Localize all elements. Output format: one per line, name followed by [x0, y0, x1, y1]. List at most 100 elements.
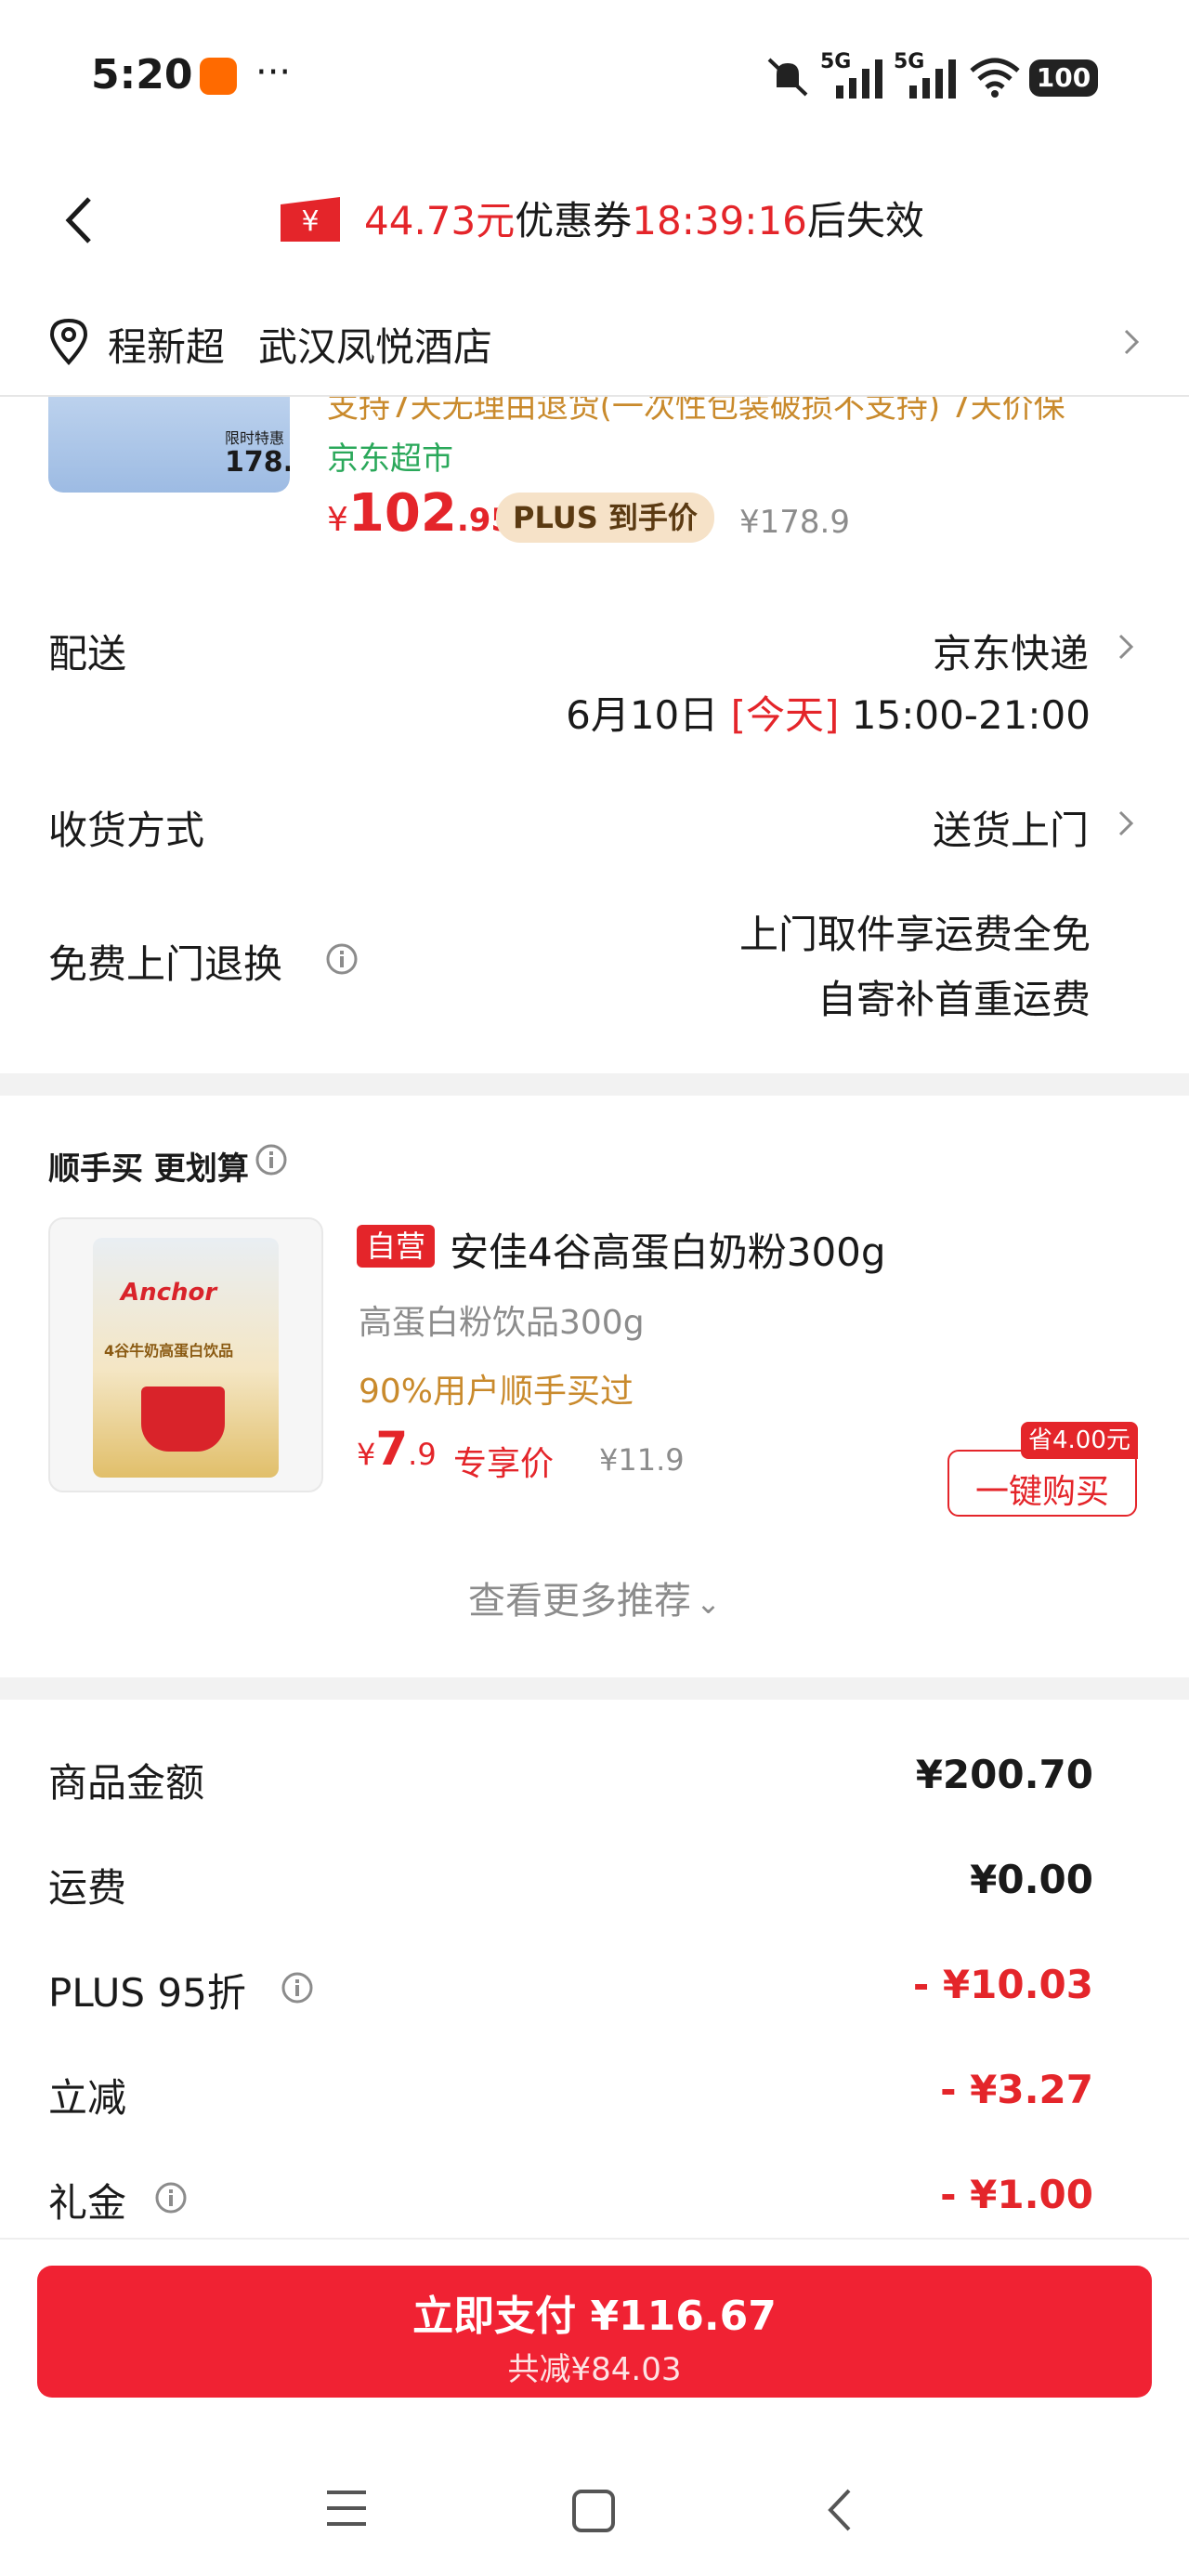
taobao-notification-icon: [200, 58, 237, 95]
chevron-right-icon: [1118, 634, 1134, 660]
summary-row-gift-money: 礼金 - ¥1.00: [0, 2172, 1189, 2228]
system-navigation-bar: [0, 2416, 1189, 2576]
see-more-label: 查看更多推荐: [468, 1580, 692, 1623]
store-name: 京东超市: [327, 440, 453, 478]
coupon-icon: ¥: [281, 197, 340, 242]
gift-money-value: - ¥1.00: [940, 2172, 1093, 2217]
addon-price: ¥7.9: [357, 1422, 437, 1476]
package-title: 4谷牛奶高蛋白饮品: [104, 1342, 234, 1360]
free-return-line2: 自寄补首重运费: [817, 977, 1091, 1022]
back-arrow-icon[interactable]: [63, 195, 95, 245]
coupon-countdown: 44.73元优惠券18:39:16后失效: [364, 190, 924, 246]
milk-powder-package: Anchor 4谷牛奶高蛋白饮品: [93, 1238, 279, 1478]
bottom-pay-bar: 立即支付 ¥116.67 共减¥84.03: [0, 2238, 1189, 2411]
addon-section: 顺手买 更划算 Anchor 4谷牛奶高蛋白饮品 自营 安佳4谷高蛋白奶粉300…: [0, 1097, 1189, 1673]
status-time: 5:20: [91, 51, 193, 99]
recipient-name: 程新超: [108, 324, 226, 370]
gift-money-label: 礼金: [48, 2180, 127, 2226]
pay-total-saved: 共减¥84.03: [507, 2351, 682, 2388]
home-icon[interactable]: [571, 2489, 616, 2533]
addon-price-label: 专享价: [453, 1445, 555, 1483]
receive-method-row[interactable]: 收货方式 送货上门: [0, 790, 1189, 864]
package-brand: Anchor: [121, 1279, 217, 1307]
addon-price-symbol: ¥: [357, 1437, 376, 1472]
summary-row-goods: 商品金额 ¥200.70: [0, 1752, 1189, 1807]
address-bar[interactable]: 程新超 武汉凤悦酒店: [0, 288, 1189, 397]
self-operated-tag: 自营: [357, 1225, 436, 1268]
receive-label: 收货方式: [48, 808, 205, 853]
shipping-value: ¥0.00: [970, 1857, 1093, 1902]
delivery-label: 配送: [48, 631, 127, 677]
info-icon[interactable]: [281, 1971, 314, 2004]
thumbnail-price: 178.9: [225, 446, 290, 479]
info-icon[interactable]: [255, 1143, 288, 1176]
delivery-row[interactable]: 配送 京东快递 6月10日 [今天] 15:00-21:00: [0, 613, 1189, 743]
battery-indicator: 100: [1029, 59, 1098, 97]
delivery-carrier: 京东快递: [932, 631, 1089, 677]
thumbnail-tag: 限时特惠: [225, 429, 285, 447]
delivery-date: 6月10日: [566, 692, 719, 738]
price-integer: 102: [347, 483, 457, 544]
one-click-buy-button[interactable]: 一键购买: [947, 1450, 1137, 1517]
see-more-recommendations[interactable]: 查看更多推荐 ⌄: [0, 1571, 1189, 1624]
order-summary: 商品金额 ¥200.70 运费 ¥0.00 PLUS 95折 - ¥10.03 …: [0, 1701, 1189, 2240]
section-divider: [0, 1677, 1189, 1700]
plus-discount-label: PLUS 95折: [48, 1970, 246, 2016]
coupon-amount: 44.73元: [364, 198, 516, 243]
addon-product-name[interactable]: 安佳4谷高蛋白奶粉300g: [450, 1221, 886, 1278]
product-price: ¥102.95: [327, 483, 513, 544]
summary-row-instant-discount: 立减 - ¥3.27: [0, 2067, 1189, 2123]
addon-spec: 高蛋白粉饮品300g: [359, 1304, 645, 1342]
addon-original-price: ¥11.9: [599, 1442, 685, 1478]
more-notifications-icon: ···: [255, 51, 292, 94]
instant-discount-label: 立减: [48, 2075, 127, 2121]
delivery-time: 6月10日 [今天] 15:00-21:00: [566, 684, 1091, 741]
buy-button-label: 一键购买: [974, 1473, 1109, 1511]
delivery-window: 15:00-21:00: [851, 692, 1091, 738]
countdown-timer: 18:39:16: [632, 198, 807, 243]
delivery-today: [今天]: [730, 692, 840, 738]
info-icon[interactable]: [154, 2181, 188, 2215]
addon-title: 顺手买 更划算: [48, 1150, 249, 1188]
free-return-line1: 上门取件享运费全免: [738, 912, 1091, 957]
summary-row-plus-discount: PLUS 95折 - ¥10.03: [0, 1962, 1189, 2017]
signal-icon: [836, 59, 882, 99]
goods-amount-value: ¥200.70: [915, 1752, 1093, 1797]
pay-now-button[interactable]: 立即支付 ¥116.67 共减¥84.03: [37, 2266, 1152, 2398]
price-symbol: ¥: [327, 501, 348, 539]
header-bar: ¥ 44.73元优惠券18:39:16后失效: [0, 158, 1189, 274]
menu-icon[interactable]: [325, 2489, 368, 2528]
expire-suffix: 后失效: [806, 198, 924, 243]
location-pin-icon: [49, 318, 88, 365]
addon-social-proof: 90%用户顺手买过: [359, 1373, 634, 1411]
milk-cup-graphic: [141, 1387, 225, 1452]
plus-discount-value: - ¥10.03: [912, 1962, 1093, 2007]
summary-row-shipping: 运费 ¥0.00: [0, 1857, 1189, 1912]
shipping-label: 运费: [48, 1865, 127, 1911]
addon-price-decimal: .9: [408, 1437, 437, 1472]
back-icon[interactable]: [825, 2487, 853, 2533]
free-return-label: 免费上门退换: [48, 941, 283, 987]
info-icon[interactable]: [325, 942, 359, 976]
section-divider: [0, 1073, 1189, 1096]
chevron-right-icon: [1124, 329, 1140, 355]
coupon-label: 优惠券: [515, 198, 633, 243]
addon-product-image[interactable]: Anchor 4谷牛奶高蛋白饮品: [48, 1217, 323, 1492]
addon-price-integer: 7: [375, 1422, 409, 1476]
goods-amount-label: 商品金额: [48, 1760, 205, 1806]
status-bar: 5:20 ··· 5G 5G 100: [0, 0, 1189, 158]
address-place: 武汉凤悦酒店: [258, 324, 493, 370]
chevron-right-icon: [1118, 810, 1134, 836]
save-badge: 省4.00元: [1021, 1422, 1138, 1459]
original-price: ¥178.9: [739, 504, 850, 541]
pay-now-label: 立即支付 ¥116.67: [412, 2293, 777, 2340]
svg-text:¥: ¥: [301, 205, 319, 238]
mute-icon: [767, 58, 808, 97]
free-return-row: 免费上门退换 上门取件享运费全免 自寄补首重运费: [0, 892, 1189, 1032]
chevron-down-icon: ⌄: [696, 1585, 721, 1621]
signal-icon-2: [909, 59, 956, 99]
plus-price-badge: PLUS 到手价: [496, 493, 714, 543]
instant-discount-value: - ¥3.27: [940, 2067, 1093, 2112]
wifi-icon: [970, 58, 1020, 98]
receive-value: 送货上门: [932, 808, 1089, 853]
